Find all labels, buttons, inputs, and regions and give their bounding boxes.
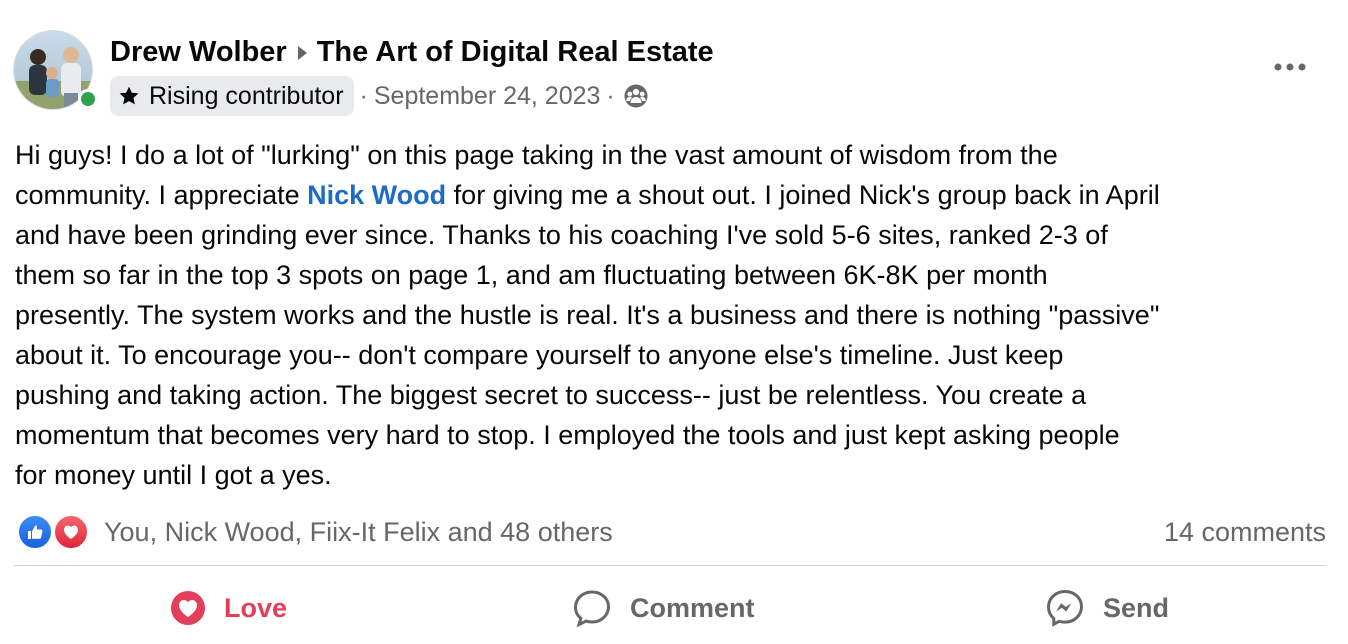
meta-separator: ·	[606, 81, 615, 110]
comment-label: Comment	[630, 592, 755, 623]
post-meta: Rising contributor · September 24, 2023 …	[110, 76, 649, 116]
post-body-line: about it. To encourage you-- don't compa…	[15, 340, 1064, 370]
love-button[interactable]: Love	[170, 584, 287, 632]
post-body-text: community. I appreciate	[15, 180, 300, 210]
post-body-text: for giving me a shout out. I joined Nick…	[453, 180, 1160, 210]
post-body-line: Hi guys! I do a lot of "lurking" on this…	[15, 140, 1058, 170]
group-name[interactable]: The Art of Digital Real Estate	[317, 36, 714, 69]
post-title-line: Drew Wolber The Art of Digital Real Esta…	[110, 32, 714, 72]
post-body: Hi guys! I do a lot of "lurking" on this…	[15, 135, 1335, 495]
send-button[interactable]: Send	[1045, 584, 1169, 632]
post-body-line: them so far in the top 3 spots on page 1…	[15, 260, 1048, 290]
mention-link[interactable]: Nick Wood	[307, 180, 446, 210]
comments-count[interactable]: 14 comments	[1164, 512, 1326, 552]
post-body-line: for money until I got a yes.	[15, 460, 332, 490]
post-body-line: pushing and taking action. The biggest s…	[15, 380, 1087, 410]
love-label: Love	[224, 592, 288, 623]
online-status-dot	[78, 89, 98, 109]
post-body-line: community. I appreciate Nick Wood for gi…	[15, 175, 1335, 215]
comment-bubble-icon	[573, 590, 611, 628]
contributor-badge[interactable]: Rising contributor	[110, 76, 354, 116]
badge-label: Rising contributor	[149, 81, 344, 110]
messenger-icon	[1046, 589, 1084, 627]
love-icon	[53, 514, 89, 550]
author-avatar[interactable]	[13, 30, 98, 112]
meta-separator: ·	[359, 81, 368, 110]
post-body-line: presently. The system works and the hust…	[15, 300, 1160, 330]
group-privacy-icon[interactable]	[623, 83, 649, 109]
star-icon	[119, 86, 139, 105]
like-icon	[17, 514, 53, 550]
caret-right-icon	[297, 46, 307, 60]
divider	[14, 565, 1326, 566]
post-date[interactable]: September 24, 2023	[374, 82, 601, 111]
comment-button[interactable]: Comment	[572, 584, 755, 632]
reactions-summary: You, Nick Wood, Fiix-It Felix and 48 oth…	[17, 512, 613, 552]
post-card: Drew Wolber The Art of Digital Real Esta…	[0, 0, 1348, 644]
send-label: Send	[1103, 592, 1170, 623]
post-body-line: and have been grinding ever since. Thank…	[15, 220, 1108, 250]
reactions-text[interactable]: You, Nick Wood, Fiix-It Felix and 48 oth…	[104, 517, 613, 548]
reaction-icons[interactable]	[17, 513, 92, 551]
more-dots-icon	[1274, 63, 1306, 71]
love-reaction-icon	[171, 591, 205, 625]
author-name[interactable]: Drew Wolber	[110, 36, 287, 69]
more-options-button[interactable]	[1270, 50, 1310, 84]
post-body-line: momentum that becomes very hard to stop.…	[15, 420, 1120, 450]
